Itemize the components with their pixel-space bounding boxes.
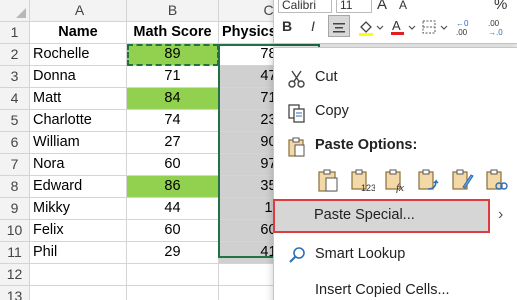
row-header[interactable]: 13 [0, 286, 30, 300]
menu-item-label: Copy [315, 103, 349, 119]
row-header[interactable]: 6 [0, 132, 30, 154]
row-header[interactable]: 11 [0, 242, 30, 264]
svg-text:→.0: →.0 [488, 28, 503, 36]
bold-button[interactable]: B [278, 15, 296, 37]
cell-math[interactable]: 44 [127, 198, 219, 220]
cell-math[interactable]: 74 [127, 110, 219, 132]
copy-icon [288, 104, 305, 123]
cell-name[interactable]: Matt [30, 88, 127, 110]
menu-item-paste-special[interactable]: Paste Special... › [272, 199, 517, 233]
borders-button[interactable] [420, 15, 450, 37]
cell-name[interactable]: Mikky [30, 198, 127, 220]
row-header[interactable]: 3 [0, 66, 30, 88]
paste-transpose-icon[interactable] [416, 167, 442, 193]
empty-cell[interactable] [30, 264, 127, 286]
font-color-button[interactable]: A [388, 15, 418, 37]
menu-item-paste-options: Paste Options: [274, 130, 517, 162]
svg-text:.00: .00 [488, 19, 500, 28]
cell-math[interactable]: 60 [127, 154, 219, 176]
cell-name[interactable]: Edward [30, 176, 127, 198]
decrease-decimal-button[interactable]: .00 →.0 [486, 15, 516, 37]
percent-style-button[interactable]: % [494, 0, 507, 13]
row-header[interactable]: 9 [0, 198, 30, 220]
menu-item-label: Insert Copied Cells... [315, 282, 450, 298]
menu-item-copy[interactable]: Copy [274, 96, 517, 128]
chevron-right-icon: › [498, 206, 504, 223]
font-size-box[interactable]: 11 [336, 0, 372, 13]
cell-math[interactable]: 84 [127, 88, 219, 110]
font-name-box[interactable]: Calibri [278, 0, 332, 13]
cell-name[interactable]: Charlotte [30, 110, 127, 132]
menu-item-insert-copied-cells[interactable]: Insert Copied Cells... [274, 275, 517, 300]
paste-formatting-icon[interactable] [450, 167, 476, 193]
empty-cell[interactable] [30, 286, 127, 300]
menu-item-label: Cut [315, 69, 338, 85]
paste-link-icon[interactable] [484, 167, 510, 193]
svg-text:123: 123 [361, 183, 375, 193]
empty-cell[interactable] [127, 286, 219, 300]
empty-cell[interactable] [127, 264, 219, 286]
select-all-triangle-icon [16, 8, 26, 18]
column-header-a[interactable]: A [30, 0, 127, 22]
paste-icon[interactable] [315, 167, 341, 193]
borders-icon [422, 20, 448, 34]
decrease-decimal-icon: .00 →.0 [488, 19, 503, 37]
shrink-font-button[interactable]: A [399, 0, 407, 12]
row-header[interactable]: 12 [0, 264, 30, 286]
menu-item-cut[interactable]: Cut [274, 62, 517, 94]
fill-color-button[interactable] [356, 15, 386, 37]
clipboard-icon [288, 137, 305, 157]
font-color-icon: A [391, 18, 416, 36]
row-header[interactable]: 2 [0, 44, 30, 66]
cell-name[interactable]: Nora [30, 154, 127, 176]
menu-item-smart-lookup[interactable]: Smart Lookup [274, 239, 517, 271]
grow-font-button[interactable]: A [377, 0, 387, 13]
row-header[interactable]: 10 [0, 220, 30, 242]
increase-decimal-icon: ←0 .00 [456, 19, 469, 37]
paste-formulas-icon[interactable]: fx [383, 167, 409, 193]
row-header[interactable]: 5 [0, 110, 30, 132]
paste-options-heading: Paste Options: [315, 137, 418, 153]
cell-math[interactable]: 89 [127, 44, 219, 66]
cell-name[interactable]: Donna [30, 66, 127, 88]
cell-math[interactable]: 29 [127, 242, 219, 264]
paste-values-icon[interactable]: 123 [349, 167, 375, 193]
align-center-icon [333, 23, 345, 33]
menu-item-label: Smart Lookup [315, 246, 406, 262]
align-center-button[interactable] [328, 15, 350, 37]
increase-decimal-button[interactable]: ←0 .00 [454, 15, 484, 37]
row-header[interactable]: 4 [0, 88, 30, 110]
row-header[interactable]: 1 [0, 22, 30, 44]
mini-toolbar: Calibri 11 A A % B I A ←0 .00 .00 →.0 [273, 0, 517, 44]
cell-math[interactable]: 60 [127, 220, 219, 242]
select-all-corner[interactable] [0, 0, 30, 22]
row-header[interactable]: 8 [0, 176, 30, 198]
cell-math[interactable]: 71 [127, 66, 219, 88]
cell-name[interactable]: Felix [30, 220, 127, 242]
svg-text:A: A [392, 18, 401, 33]
cell-name[interactable]: William [30, 132, 127, 154]
header-cell-name[interactable]: Name [30, 22, 127, 44]
svg-text:fx: fx [396, 182, 404, 193]
menu-item-label: Paste Special... [314, 207, 415, 223]
cell-math[interactable]: 86 [127, 176, 219, 198]
cell-name[interactable]: Rochelle [30, 44, 127, 66]
fill-bucket-icon [359, 21, 384, 37]
svg-text:←0: ←0 [456, 19, 469, 28]
column-header-b[interactable]: B [127, 0, 219, 22]
svg-text:.00: .00 [456, 28, 468, 36]
cell-math[interactable]: 27 [127, 132, 219, 154]
cell-name[interactable]: Phil [30, 242, 127, 264]
search-icon [289, 247, 305, 263]
row-header[interactable]: 7 [0, 154, 30, 176]
scissors-icon [288, 70, 305, 88]
header-cell-math-score[interactable]: Math Score [127, 22, 219, 44]
italic-button[interactable]: I [304, 15, 322, 37]
